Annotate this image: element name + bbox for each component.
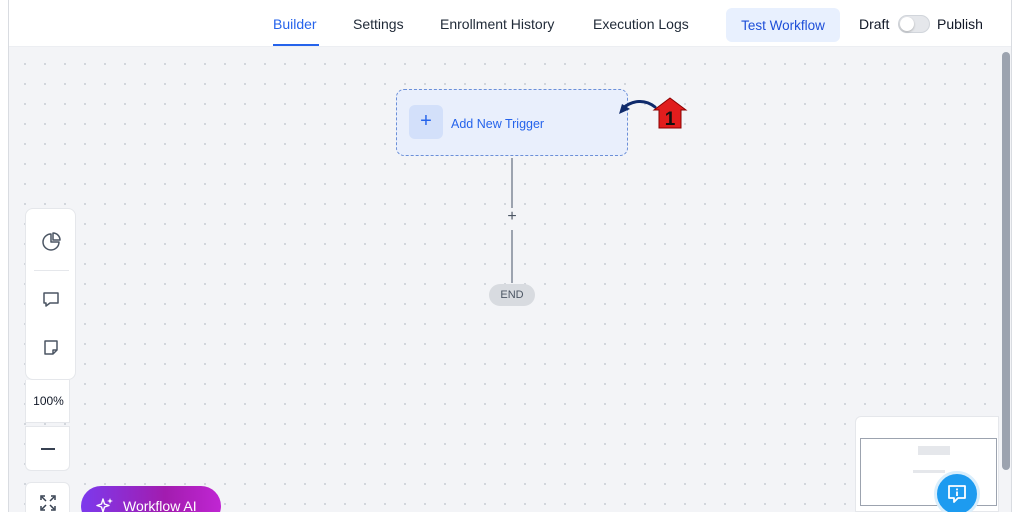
add-step-button[interactable]: + — [504, 209, 520, 225]
workflow-ai-button[interactable]: Workflow AI — [81, 486, 221, 512]
publish-toggle[interactable] — [898, 15, 930, 33]
chat-info-icon — [948, 485, 966, 503]
add-new-trigger-card[interactable]: + Add New Trigger — [396, 89, 628, 156]
add-comment-button[interactable] — [38, 287, 64, 313]
workflow-canvas[interactable]: + Add New Trigger 1 + END 100% Workflow … — [9, 48, 999, 512]
minus-icon — [41, 448, 55, 450]
fit-view-button[interactable] — [25, 482, 70, 512]
end-node: END — [489, 284, 535, 306]
toggle-knob — [900, 17, 914, 31]
fit-screen-icon — [40, 495, 56, 511]
trigger-label: Add New Trigger — [451, 117, 545, 131]
canvas-tools-panel — [25, 208, 76, 380]
feedback-chat-button[interactable] — [934, 471, 980, 512]
comment-icon — [43, 292, 59, 307]
vertical-scrollbar[interactable] — [1002, 48, 1010, 512]
tab-settings[interactable]: Settings — [353, 16, 404, 32]
sparkle-icon — [96, 498, 113, 512]
workflow-ai-label: Workflow AI — [123, 498, 197, 512]
minimap-node — [918, 446, 950, 455]
pie-chart-icon — [42, 232, 61, 251]
sticky-note-icon — [44, 340, 58, 355]
scrollbar-thumb[interactable] — [1002, 52, 1010, 470]
connector-line — [511, 230, 513, 283]
zoom-out-button[interactable] — [25, 426, 70, 471]
tab-enrollment-history[interactable]: Enrollment History — [440, 16, 554, 32]
add-note-button[interactable] — [38, 335, 64, 361]
minimap-node — [913, 470, 945, 473]
workflow-builder-window: Builder Settings Enrollment History Exec… — [8, 0, 1012, 512]
tab-builder[interactable]: Builder — [273, 16, 317, 32]
connector-line — [511, 158, 513, 208]
plus-icon: + — [409, 105, 443, 139]
zoom-level: 100% — [33, 394, 64, 408]
test-workflow-button[interactable]: Test Workflow — [726, 8, 840, 42]
publish-label: Publish — [937, 16, 983, 32]
divider — [34, 270, 69, 271]
top-nav-bar: Builder Settings Enrollment History Exec… — [9, 0, 1011, 47]
annotation-number: 1 — [665, 109, 676, 130]
active-tab-indicator — [273, 44, 319, 46]
zoom-level-box: 100% — [25, 380, 70, 423]
tab-execution-logs[interactable]: Execution Logs — [593, 16, 689, 32]
draft-label: Draft — [859, 16, 890, 32]
analytics-button[interactable] — [38, 229, 64, 255]
annotation-badge: 1 — [652, 97, 688, 130]
